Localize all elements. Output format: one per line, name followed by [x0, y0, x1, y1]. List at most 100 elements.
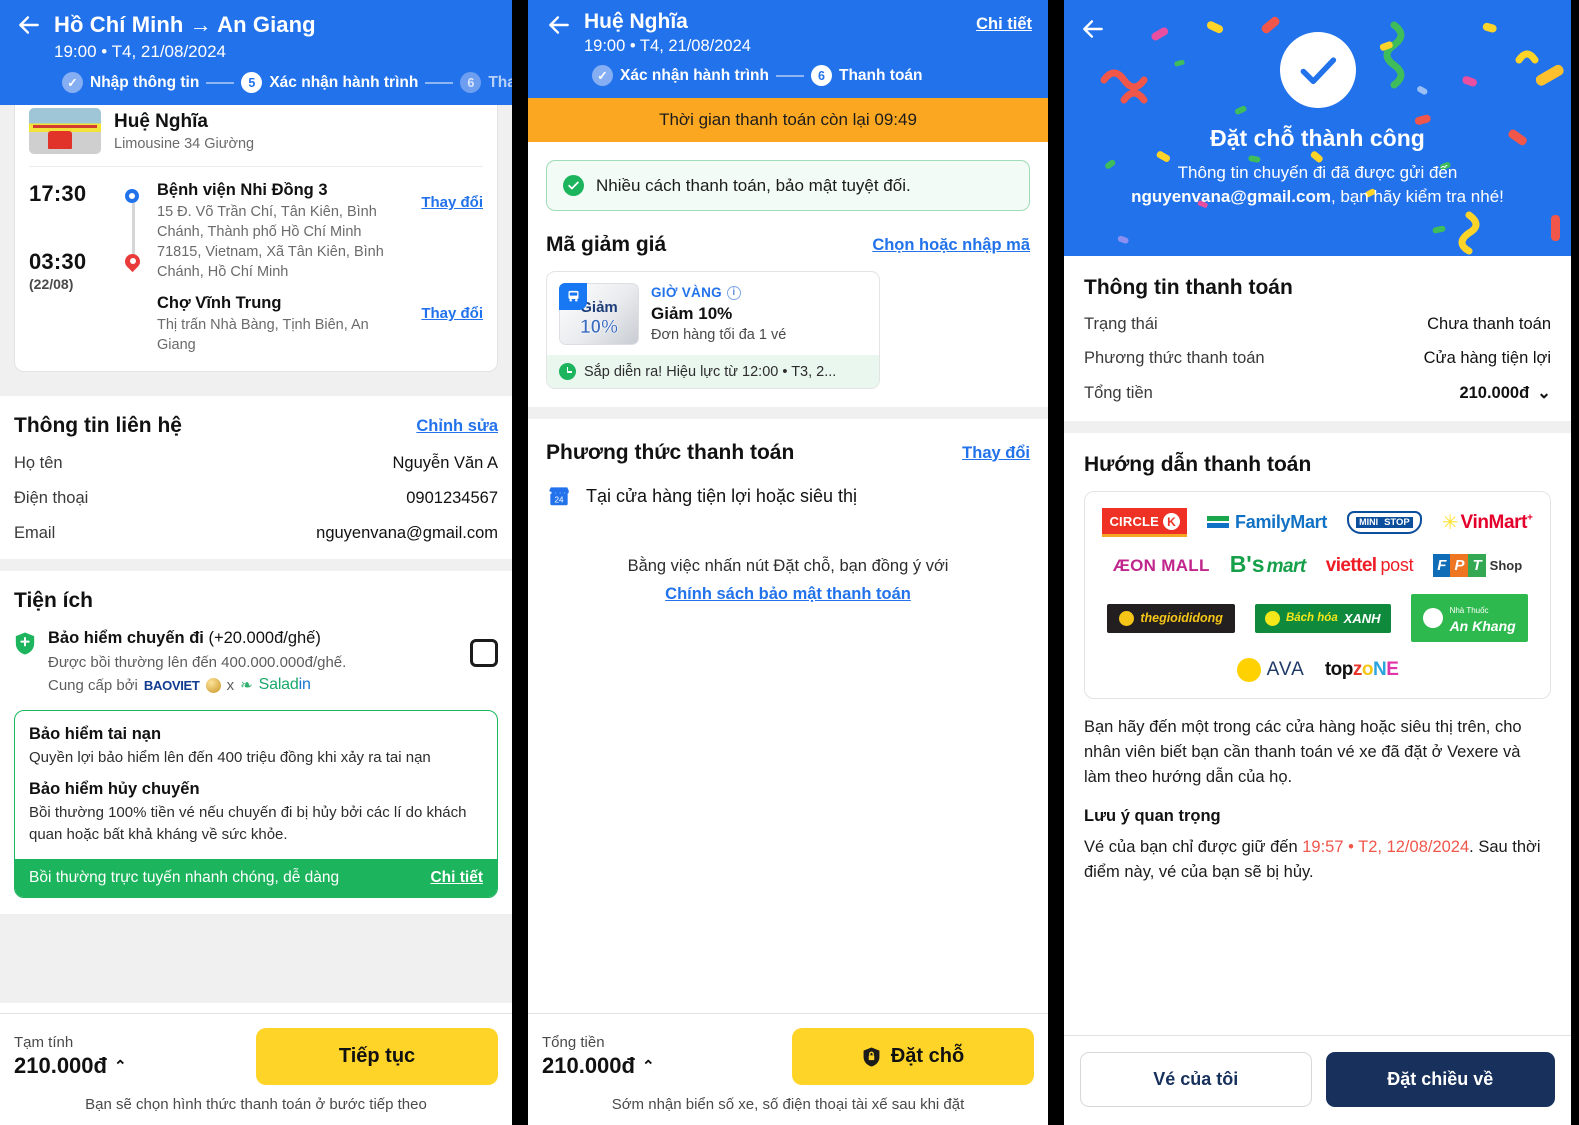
- baoviet-globe-icon: [205, 677, 221, 693]
- provider-x: x: [226, 676, 235, 694]
- provider-prefix: Cung cấp bởi: [48, 676, 138, 694]
- agree-text: Bằng việc nhấn nút Đặt chỗ, bạn đồng ý v…: [627, 557, 949, 575]
- payment-guide-title: Hướng dẫn thanh toán: [1084, 453, 1312, 476]
- change-pickup-link[interactable]: Thay đổi: [421, 194, 483, 211]
- total-label: Tổng tiền: [542, 1034, 605, 1051]
- insurance-provider: Cung cấp bởi BAOVIET x ❧ Saladin: [48, 676, 458, 694]
- change-dropoff-link[interactable]: Thay đổi: [421, 305, 483, 322]
- step-3[interactable]: 6 Thanh toán: [460, 72, 512, 93]
- field-label: Họ tên: [14, 454, 63, 472]
- total-summary[interactable]: 210.000đ ⌃: [542, 1053, 655, 1079]
- insurance-title: Bảo hiểm chuyến đi (+20.000đ/ghế): [48, 629, 458, 648]
- stop-dropoff: Chợ Vĩnh Trung Thị trấn Nhà Bàng, Tịnh B…: [157, 294, 483, 355]
- insurance-benefits-card: Bảo hiểm tai nạn Quyền lợi bảo hiểm lên …: [14, 710, 498, 898]
- privacy-policy-link[interactable]: Chính sách bảo mật thanh toán: [546, 581, 1030, 607]
- price-label: Tạm tính: [14, 1034, 74, 1051]
- dropoff-time: 03:30: [29, 249, 87, 274]
- chevron-down-icon[interactable]: ⌄: [1537, 383, 1551, 403]
- important-note-body: Vé của bạn chỉ được giữ đến 19:57 • T2, …: [1084, 835, 1551, 885]
- success-email: nguyenvana@gmail.com: [1131, 187, 1331, 207]
- payment-method-row[interactable]: 24 Tại cửa hàng tiện lợi hoặc siêu thị: [546, 483, 1030, 509]
- benefit-text: Quyền lợi bảo hiểm lên đến 400 triệu đồn…: [29, 749, 431, 766]
- step-2[interactable]: 5 Xác nhận hành trình: [241, 72, 418, 93]
- step-1[interactable]: ✓ Xác nhận hành trình: [592, 65, 769, 86]
- field-value: 0901234567: [406, 489, 498, 507]
- step-badge: 6: [810, 65, 832, 86]
- ava-logo: AVA: [1236, 658, 1305, 682]
- familymart-logo: FamilyMart: [1207, 512, 1327, 533]
- time-column: 17:30 03:30 (22/08): [29, 181, 121, 355]
- total-value-group: 210.000đ ⌄: [1459, 383, 1551, 403]
- step-divider: [425, 81, 454, 84]
- payment-info-title: Thông tin thanh toán: [1084, 276, 1293, 299]
- stop-pickup: Bệnh viện Nhi Đồng 3 15 Đ. Võ Trần Chí, …: [157, 181, 483, 282]
- check-circle-icon: [1279, 32, 1356, 108]
- edit-contact-link[interactable]: Chỉnh sửa: [416, 417, 498, 436]
- success-title: Đặt chỗ thành công: [1210, 125, 1425, 151]
- section-separator: [0, 559, 512, 571]
- shield-check-icon: [563, 175, 584, 196]
- back-button[interactable]: [14, 10, 44, 40]
- panel1-scroll-body[interactable]: Huệ Nghĩa Limousine 34 Giường 17:30 03:3…: [0, 105, 512, 1003]
- store-logo-grid: CIRCLE K FamilyMart MINI STOP ✳ VinMart+ ÆO…: [1084, 491, 1551, 699]
- field-value: Cửa hàng tiện lợi: [1423, 349, 1551, 367]
- my-tickets-button[interactable]: Vé của tôi: [1080, 1052, 1312, 1107]
- field-value: Nguyễn Văn A: [392, 454, 499, 472]
- payment-method-row: Phương thức thanh toán Cửa hàng tiện lợi: [1084, 349, 1551, 368]
- panel1-header: Hồ Chí Minh → An Giang 19:00 • T4, 21/08…: [0, 0, 512, 105]
- bach-hoa-xanh-logo: Bách hóa XANH: [1254, 603, 1391, 633]
- price-summary[interactable]: 210.000đ ⌃: [14, 1053, 127, 1079]
- choose-promo-link[interactable]: Chọn hoặc nhập mã: [872, 236, 1030, 255]
- chevron-up-icon: ⌃: [113, 1058, 127, 1075]
- saladin-leaf-icon: ❧: [240, 677, 253, 694]
- total-amount-row[interactable]: Tổng tiền 210.000đ ⌄: [1084, 383, 1551, 403]
- field-label: Email: [14, 524, 56, 542]
- page-subtitle: 19:00 • T4, 21/08/2024: [584, 37, 751, 55]
- payment-method-value: Tại cửa hàng tiện lợi hoặc siêu thị: [586, 485, 858, 506]
- success-line2: , bạn hãy kiểm tra nhé!: [1330, 187, 1504, 207]
- panel1-footer: Tạm tính 210.000đ ⌃ Tiếp tục Bạn sẽ chọn…: [0, 1013, 512, 1125]
- page-title: Hồ Chí Minh → An Giang: [54, 12, 316, 37]
- step-label: Xác nhận hành trình: [620, 66, 769, 84]
- info-icon[interactable]: i: [726, 285, 741, 300]
- aeon-mall-logo: ÆON MALL: [1112, 555, 1210, 575]
- panel3-footer: Vé của tôi Đặt chiều về: [1064, 1035, 1571, 1125]
- voucher-status: Sắp diễn ra! Hiệu lực từ 12:00 • T3, 2..…: [547, 355, 879, 388]
- store-logo-row-3: thegioididong Bách hóa XANH Nhà Thuốc An K…: [1095, 594, 1540, 642]
- insurance-footer-text: Bồi thường trực tuyến nhanh chóng, dễ dà…: [29, 868, 340, 886]
- step-1[interactable]: ✓ Nhập thông tin: [62, 72, 199, 93]
- trip-card: Huệ Nghĩa Limousine 34 Giường 17:30 03:3…: [14, 105, 498, 372]
- hold-deadline: 19:57 • T2, 12/08/2024: [1302, 838, 1470, 857]
- step-2[interactable]: 6 Thanh toán: [810, 65, 923, 86]
- book-seat-button[interactable]: Đặt chỗ: [792, 1028, 1034, 1085]
- panel2-header: Huệ Nghĩa 19:00 • T4, 21/08/2024 Chi tiế…: [528, 0, 1048, 98]
- trip-detail-link[interactable]: Chi tiết: [976, 10, 1032, 34]
- security-notice-text: Nhiều cách thanh toán, bảo mật tuyệt đối…: [596, 175, 911, 195]
- book-return-button[interactable]: Đặt chiều về: [1325, 1052, 1555, 1107]
- step-label: Thanh toán: [838, 66, 923, 84]
- benefit-heading: Bảo hiểm tai nạn: [29, 725, 162, 743]
- insurance-checkbox[interactable]: [470, 639, 498, 667]
- store-24h-icon: 24: [549, 487, 569, 506]
- payment-status-row: Trạng thái Chưa thanh toán: [1084, 315, 1551, 334]
- change-payment-link[interactable]: Thay đổi: [962, 444, 1030, 463]
- important-note-title: Lưu ý quan trọng: [1084, 807, 1221, 826]
- contact-section: Thông tin liên hệ Chỉnh sửa Họ tên Nguyễ…: [0, 396, 512, 559]
- an-khang-logo: Nhà Thuốc An Khang: [1410, 594, 1528, 642]
- insurance-detail-link[interactable]: Chi tiết: [430, 869, 483, 887]
- contact-title: Thông tin liên hệ: [14, 414, 182, 437]
- clock-icon: [559, 363, 576, 380]
- svg-text:24: 24: [554, 496, 564, 505]
- destination-pin-icon: [125, 254, 140, 269]
- payment-countdown: Thời gian thanh toán còn lại 09:49: [528, 98, 1048, 142]
- back-button[interactable]: [544, 10, 574, 40]
- back-button[interactable]: [1078, 14, 1108, 44]
- continue-button[interactable]: Tiếp tục: [256, 1028, 498, 1085]
- benefit-text: Bồi thường 100% tiền vé nếu chuyến đi bị…: [29, 804, 467, 843]
- voucher-card[interactable]: Giảm 10% GIỜ VÀNG i Giảm 10% Đơn hàng tố…: [546, 271, 880, 389]
- payment-info-section: Thông tin thanh toán Trạng thái Chưa tha…: [1064, 256, 1571, 421]
- step-label: Thanh toán: [488, 73, 512, 91]
- footer-note: Bạn sẽ chọn hình thức thanh toán ở bước …: [85, 1096, 427, 1113]
- step-badge-check-icon: ✓: [62, 72, 83, 93]
- store-logo-row-1: CIRCLE K FamilyMart MINI STOP ✳ VinMart+: [1095, 508, 1540, 537]
